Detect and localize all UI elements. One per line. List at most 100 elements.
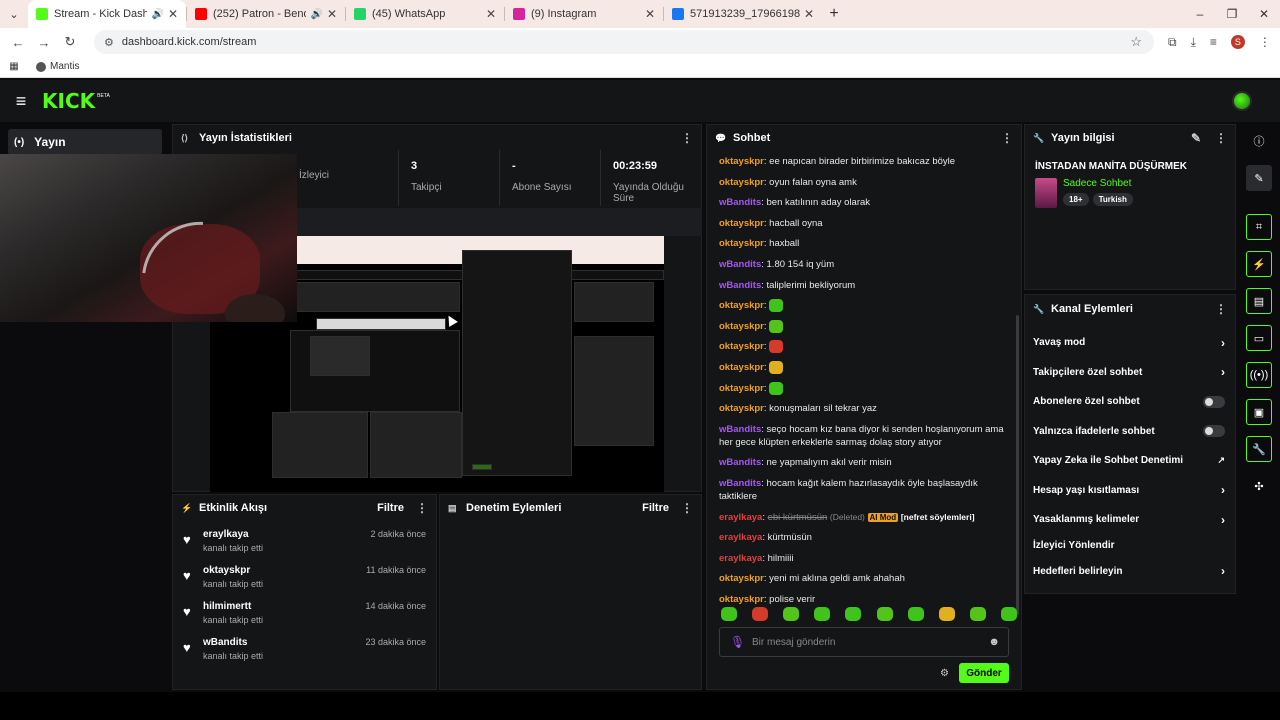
wrench-icon[interactable]: 🔧 bbox=[1246, 436, 1272, 462]
reload-icon[interactable]: ↻ bbox=[58, 34, 82, 50]
chat-username[interactable]: wBandits bbox=[719, 424, 761, 435]
tab-search-icon[interactable]: ⌄ bbox=[0, 0, 28, 28]
sidebar-item-stream[interactable]: (•) Yayın bbox=[8, 129, 162, 155]
url-field[interactable]: ⚙ dashboard.kick.com/stream ☆ bbox=[94, 30, 1154, 54]
chat-icon[interactable]: ▭ bbox=[1246, 325, 1272, 351]
emote-icon[interactable] bbox=[814, 607, 831, 621]
forward-icon[interactable]: → bbox=[32, 35, 56, 50]
activity-user[interactable]: oktayskpr bbox=[203, 565, 263, 576]
media-icon[interactable]: ≡ bbox=[1210, 35, 1217, 49]
chat-username[interactable]: oktayskpr bbox=[719, 362, 764, 373]
emote-icon[interactable] bbox=[969, 607, 986, 621]
site-info-icon[interactable]: ⚙ bbox=[104, 36, 114, 49]
browser-tab[interactable]: (252) Patron - Benden Bu K 🔊 ✕ bbox=[187, 0, 345, 28]
profile-avatar[interactable]: S bbox=[1230, 35, 1245, 49]
chat-username[interactable]: oktayskpr bbox=[719, 218, 764, 229]
chat-username[interactable]: wBandits bbox=[719, 197, 761, 208]
chat-settings-icon[interactable]: ⚙ bbox=[940, 668, 949, 679]
close-tab-icon[interactable]: ✕ bbox=[645, 7, 655, 21]
activity-user[interactable]: eraylkaya bbox=[203, 529, 263, 540]
document-icon[interactable]: ▤ bbox=[1246, 288, 1272, 314]
browser-menu-icon[interactable]: ⋮ bbox=[1259, 35, 1271, 49]
more-options-icon[interactable]: ⋮ bbox=[1215, 131, 1227, 145]
activity-user[interactable]: wBandits bbox=[203, 637, 263, 648]
emote-icon[interactable] bbox=[783, 607, 800, 621]
activity-filter-button[interactable]: Filtre bbox=[377, 502, 404, 514]
user-avatar[interactable] bbox=[1232, 91, 1252, 111]
chat-input[interactable] bbox=[752, 636, 972, 648]
more-options-icon[interactable]: ⋮ bbox=[681, 501, 693, 515]
browser-tab[interactable]: (45) WhatsApp ✕ bbox=[346, 0, 504, 28]
channel-action-item[interactable]: Yavaş mod › bbox=[1025, 328, 1235, 358]
more-options-icon[interactable]: ⋮ bbox=[681, 131, 693, 145]
new-tab-button[interactable]: + bbox=[822, 5, 846, 23]
stream-tag[interactable]: 18+ bbox=[1063, 193, 1089, 206]
download-icon[interactable]: ⤓ bbox=[1191, 35, 1196, 50]
chat-username[interactable]: wBandits bbox=[719, 457, 761, 468]
emote-icon[interactable] bbox=[752, 607, 769, 621]
channel-action-item[interactable]: Yasaklanmış kelimeler › bbox=[1025, 505, 1235, 535]
emote-icon[interactable] bbox=[721, 607, 737, 621]
chat-username[interactable]: eraylkaya bbox=[719, 532, 762, 543]
channel-action-item[interactable]: İzleyici Yönlendir bbox=[1025, 535, 1235, 557]
chat-username[interactable]: oktayskpr bbox=[719, 383, 764, 394]
back-icon[interactable]: ← bbox=[6, 35, 30, 50]
browser-tab[interactable]: (9) Instagram ✕ bbox=[505, 0, 663, 28]
chat-username[interactable]: oktayskpr bbox=[719, 177, 764, 188]
info-icon[interactable]: ⓘ bbox=[1246, 128, 1272, 154]
chat-input-box[interactable]: 🎙 ☻ bbox=[719, 627, 1009, 657]
channel-action-item[interactable]: Yalnızca ifadelerle sohbet bbox=[1025, 417, 1235, 447]
broadcast-icon[interactable]: ((•)) bbox=[1246, 362, 1272, 388]
emote-icon[interactable] bbox=[938, 607, 955, 621]
category-thumbnail[interactable] bbox=[1035, 178, 1057, 208]
chat-username[interactable]: wBandits bbox=[719, 259, 761, 270]
close-tab-icon[interactable]: ✕ bbox=[486, 7, 496, 21]
bookmark-mantis[interactable]: Mantis bbox=[36, 61, 79, 72]
emote-icon[interactable] bbox=[1000, 607, 1017, 621]
channel-action-item[interactable]: Takipçilere özel sohbet › bbox=[1025, 358, 1235, 388]
chat-username[interactable]: wBandits bbox=[719, 478, 761, 489]
edit-layout-icon[interactable]: ✎ bbox=[1246, 165, 1272, 191]
chat-username[interactable]: oktayskpr bbox=[719, 573, 764, 584]
close-tab-icon[interactable]: ✕ bbox=[168, 7, 178, 21]
emote-icon[interactable] bbox=[907, 607, 924, 621]
apps-grid-icon[interactable]: ▦ bbox=[0, 61, 28, 72]
kick-logo[interactable]: KICK bbox=[42, 89, 95, 113]
restore-icon[interactable]: ❐ bbox=[1216, 0, 1248, 28]
browser-tab[interactable]: Stream - Kick Dashboard🔊 ✕ bbox=[28, 0, 186, 28]
chat-username[interactable]: oktayskpr bbox=[719, 300, 764, 311]
chat-username[interactable]: oktayskpr bbox=[719, 156, 764, 167]
emoji-icon[interactable]: ☻ bbox=[988, 636, 1000, 648]
moderation-filter-button[interactable]: Filtre bbox=[642, 502, 669, 514]
hamburger-menu-icon[interactable]: ≡ bbox=[0, 91, 42, 112]
external-link-icon[interactable]: ↗ bbox=[1217, 455, 1225, 466]
microphone-icon[interactable]: 🎙 bbox=[730, 635, 752, 649]
chat-username[interactable]: oktayskpr bbox=[719, 403, 764, 414]
lightning-icon[interactable]: ⚡ bbox=[1246, 251, 1272, 277]
more-options-icon[interactable]: ⋮ bbox=[416, 501, 428, 515]
close-window-icon[interactable]: ✕ bbox=[1248, 0, 1280, 28]
channel-action-item[interactable]: Yapay Zeka ile Sohbet Denetimi ↗ bbox=[1025, 446, 1235, 476]
channel-action-item[interactable]: Abonelere özel sohbet bbox=[1025, 387, 1235, 417]
camera-frame-icon[interactable]: ⌗ bbox=[1246, 214, 1272, 240]
toggle-switch[interactable] bbox=[1203, 425, 1225, 438]
audio-icon[interactable]: 🔊 bbox=[151, 9, 163, 20]
toggle-switch[interactable] bbox=[1203, 395, 1225, 408]
close-tab-icon[interactable]: ✕ bbox=[327, 7, 337, 21]
emote-icon[interactable] bbox=[845, 607, 862, 621]
chat-username[interactable]: oktayskpr bbox=[719, 238, 764, 249]
chat-username[interactable]: oktayskpr bbox=[719, 594, 764, 605]
bookmark-star-icon[interactable]: ☆ bbox=[1130, 34, 1142, 50]
close-tab-icon[interactable]: ✕ bbox=[804, 7, 814, 21]
edit-icon[interactable]: ✎ bbox=[1191, 131, 1201, 145]
send-button[interactable]: Gönder bbox=[959, 663, 1009, 683]
add-widget-icon[interactable]: ✣ bbox=[1246, 473, 1272, 499]
minimize-icon[interactable]: – bbox=[1184, 0, 1216, 28]
more-options-icon[interactable]: ⋮ bbox=[1215, 302, 1227, 316]
more-options-icon[interactable]: ⋮ bbox=[1001, 131, 1013, 145]
chat-username[interactable]: wBandits bbox=[719, 280, 761, 291]
stream-tag[interactable]: Turkish bbox=[1092, 193, 1133, 206]
channel-action-item[interactable]: Hesap yaşı kısıtlaması › bbox=[1025, 476, 1235, 506]
layout-icon[interactable]: ▣ bbox=[1246, 399, 1272, 425]
browser-tab[interactable]: 571913239_179661984539765 ✕ bbox=[664, 0, 822, 28]
